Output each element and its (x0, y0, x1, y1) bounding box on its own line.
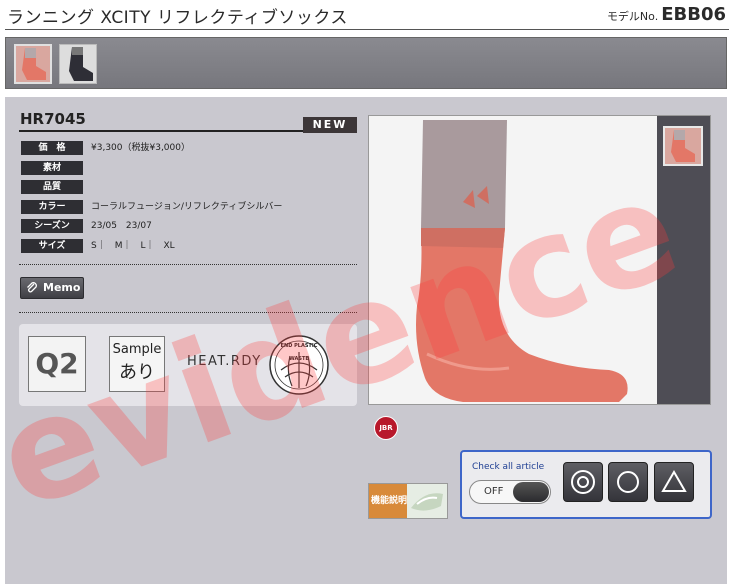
spec-label: シーズン (21, 219, 83, 233)
spec-label: 素材 (21, 160, 83, 175)
model-number: モデルNo. EBB06 (607, 4, 726, 25)
feature-badges: Q2 Sample あり HEAT.RDY END PLASTIC WASTE (19, 324, 357, 406)
heat-rdy-logo: HEAT.RDY (187, 354, 262, 369)
spec-label: 価 格 (21, 141, 83, 155)
circle-mark-button[interactable] (608, 462, 648, 502)
thumbnail-black-sock[interactable] (59, 44, 97, 84)
double-circle-icon (571, 470, 595, 494)
sample-badge: Sample あり (109, 336, 165, 392)
check-all-toggle[interactable]: OFF (469, 480, 551, 504)
sock-image (369, 116, 659, 404)
paperclip-icon (27, 282, 37, 293)
quality-badge: Q2 (28, 336, 86, 392)
spec-value: コーラルフュージョン/リフレクティブシルバー (91, 201, 283, 212)
function-description-image (407, 484, 447, 518)
dotted-divider (19, 312, 357, 313)
thumbnail-bar (5, 37, 727, 89)
spec-row-color: カラー コーラルフュージョン/リフレクティブシルバー (21, 198, 357, 218)
spec-label: サイズ (21, 238, 83, 253)
product-code: HR7045 (20, 110, 86, 128)
page-header: ランニング XCITY リフレクティブソックス モデルNo. EBB06 (0, 0, 734, 30)
function-description-button[interactable]: 機能説明 (368, 483, 448, 519)
memo-button[interactable]: Memo (20, 277, 84, 299)
function-description-label: 機能説明 (369, 484, 409, 518)
header-divider (5, 29, 729, 30)
spec-table: 価 格 ¥3,300（税抜¥3,000） 素材 品質 カラー コーラルフュージョ… (21, 139, 357, 256)
product-panel: HR7045 NEW 価 格 ¥3,300（税抜¥3,000） 素材 品質 カラ… (5, 97, 727, 584)
plastic-logo-top-text: END PLASTIC (281, 343, 318, 349)
spec-row-quality: 品質 (21, 178, 357, 198)
spec-label: カラー (21, 199, 83, 214)
circle-icon (617, 471, 639, 493)
spec-value: S｜ M｜ L｜ XL (91, 240, 175, 251)
spec-row-size: サイズ S｜ M｜ L｜ XL (21, 237, 357, 257)
spec-value: 23/05 23/07 (91, 221, 152, 231)
thumbnail-coral-sock[interactable] (14, 44, 52, 84)
model-label: モデルNo. (606, 10, 659, 23)
spec-label: 品質 (21, 180, 83, 194)
sample-badge-line1: Sample (112, 342, 162, 357)
spec-row-price: 価 格 ¥3,300（税抜¥3,000） (21, 139, 357, 159)
page-title: ランニング XCITY リフレクティブソックス (7, 8, 348, 28)
photo-thumbnail[interactable] (663, 126, 703, 166)
triangle-mark-button[interactable] (654, 462, 694, 502)
check-all-article-panel: Check all article OFF (460, 450, 712, 519)
plastic-logo-bottom-text: WASTE (289, 356, 309, 362)
jbr-badge: JBR (374, 416, 398, 440)
product-photo (368, 115, 711, 405)
dotted-divider (19, 264, 357, 265)
toggle-state-label: OFF (484, 486, 504, 497)
double-circle-mark-button[interactable] (563, 462, 603, 502)
check-all-article-title: Check all article (472, 462, 545, 472)
sample-badge-line2: あり (119, 362, 155, 383)
new-badge: NEW (303, 117, 357, 133)
toggle-knob (513, 482, 549, 502)
model-value: EBB06 (661, 4, 726, 25)
end-plastic-waste-logo: END PLASTIC WASTE (269, 335, 329, 395)
spec-value: ¥3,300（税抜¥3,000） (91, 143, 190, 153)
triangle-icon (661, 470, 687, 492)
spec-row-season: シーズン 23/05 23/07 (21, 217, 357, 237)
spec-row-material: 素材 (21, 159, 357, 179)
memo-label: Memo (43, 281, 81, 294)
